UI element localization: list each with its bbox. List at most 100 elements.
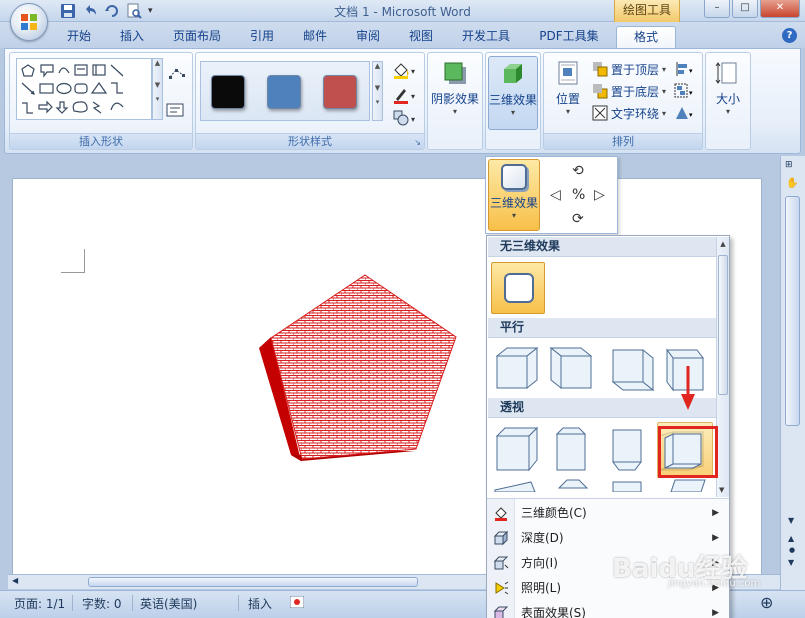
change-shape-icon[interactable]: ▾ (392, 109, 418, 130)
ribbon-tabs: 开始 插入 页面布局 引用 邮件 审阅 视图 开发工具 PDF工具集 格式 ? (0, 22, 805, 48)
text-box-icon[interactable] (166, 103, 184, 120)
group-shadow-effects: 阴影效果 ▾ (427, 52, 483, 150)
status-language[interactable]: 英语(美国) (140, 595, 197, 612)
text-wrap-icon (592, 105, 608, 121)
red-arrow-icon (681, 366, 695, 410)
bring-to-front-label: 置于顶层 (611, 62, 660, 77)
3d-effects-cube-icon (501, 164, 527, 190)
tilt-up-icon[interactable]: ⟲ (572, 163, 584, 179)
baidu-watermark: Baidu经验 jingyan.baidu.com (612, 548, 760, 589)
hand-icon[interactable]: ✋ (786, 178, 798, 189)
horizontal-scroll-thumb[interactable] (88, 577, 418, 587)
tab-pdf-tools[interactable]: PDF工具集 (532, 26, 606, 48)
3d-effects-ribbon-button[interactable]: 三维效果 ▾ (488, 56, 538, 130)
vertical-scroll-thumb[interactable] (785, 196, 800, 426)
align-icon[interactable]: ▾ (674, 59, 696, 79)
bring-to-front-icon (593, 62, 608, 77)
send-to-back-button[interactable]: 置于底层 ▾ (592, 81, 666, 101)
minimize-button[interactable]: – (704, 0, 730, 18)
text-wrap-button[interactable]: 文字环绕 ▾ (592, 103, 666, 123)
next-page-icon[interactable]: ▼ (788, 558, 794, 567)
ribbon: ▲ ▼ ▾ 插入形状 ▲ ▼ ▾ ▾ ▾ ▾ ↘ 形状样式 阴影效果 ▾ 三维效… (4, 48, 801, 154)
tab-references[interactable]: 引用 (243, 26, 281, 48)
style-swatch-blue[interactable] (267, 75, 301, 109)
3d-effects-button[interactable]: 三维效果 ▾ (488, 159, 540, 231)
browse-object-icon[interactable]: ● (789, 546, 795, 554)
prev-page-icon[interactable]: ▲ (788, 534, 794, 543)
style-swatch-red[interactable] (323, 75, 357, 109)
svg-text:▾: ▾ (689, 89, 693, 97)
lighting-icon (495, 581, 509, 595)
status-word-count[interactable]: 字数: 0 (82, 595, 122, 612)
3d-pentagon-shape[interactable] (253, 271, 463, 471)
menu-3d-color[interactable]: 三维颜色(C) ▶ (487, 501, 729, 526)
shadow-effects-button[interactable]: 阴影效果 ▾ (430, 56, 480, 130)
scroll-left-icon[interactable]: ◀ (12, 576, 18, 585)
zoom-in-icon[interactable]: ⊕ (760, 593, 773, 612)
style-swatch-black[interactable] (211, 75, 245, 109)
3d-cube-icon (500, 61, 526, 87)
shape-styles-scroll[interactable]: ▲ ▼ ▾ (372, 61, 383, 121)
edit-shape-icon[interactable] (168, 67, 186, 84)
ruler-toggle-icon[interactable]: ⊞ (785, 160, 793, 170)
direction-icon (493, 556, 509, 570)
3d-effects-button-label: 三维效果 (489, 196, 538, 210)
size-icon (715, 60, 741, 86)
size-button[interactable]: 大小 ▾ (706, 56, 750, 130)
tab-format[interactable]: 格式 (616, 26, 676, 48)
position-button[interactable]: 位置 ▾ (546, 56, 590, 130)
bring-to-front-button[interactable]: 置于顶层 ▾ (592, 59, 666, 79)
shape-fill-icon[interactable]: ▾ (392, 61, 418, 82)
group-shape-styles: ▲ ▼ ▾ ▾ ▾ ▾ ↘ 形状样式 (195, 52, 425, 150)
close-button[interactable]: ✕ (760, 0, 800, 18)
tab-review[interactable]: 审阅 (349, 26, 387, 48)
gallery-scroll-thumb[interactable] (718, 255, 728, 395)
tab-home[interactable]: 开始 (58, 26, 100, 48)
tab-mailings[interactable]: 邮件 (296, 26, 334, 48)
highlight-box (658, 426, 718, 478)
group-objects-icon[interactable]: ▾ (674, 81, 696, 101)
rotate-icon[interactable]: ▾ (674, 103, 696, 123)
toggle-3d-icon[interactable]: % (572, 187, 585, 203)
macro-record-icon[interactable] (289, 595, 305, 611)
shape-outline-icon[interactable]: ▾ (392, 86, 418, 107)
send-to-back-icon (593, 84, 608, 99)
3d-effects-label: 三维效果 (489, 93, 538, 107)
drawing-tools-context-title: 绘图工具 (614, 0, 680, 22)
tab-developer[interactable]: 开发工具 (455, 26, 517, 48)
menu-surface[interactable]: 表面效果(S) ▶ (487, 601, 729, 618)
svg-text:▾: ▾ (689, 111, 693, 119)
vertical-scrollbar[interactable]: ⊞ ✋ ▼ ▲ ● ▼ (780, 156, 805, 590)
dialog-launcher-icon[interactable]: ↘ (414, 138, 421, 147)
shape-styles-gallery[interactable] (200, 61, 370, 121)
depth-icon (493, 530, 509, 546)
tab-view[interactable]: 视图 (402, 26, 440, 48)
surface-icon (493, 606, 509, 618)
office-button[interactable] (10, 3, 48, 41)
shadow-effects-icon (442, 60, 468, 86)
shadow-effects-label: 阴影效果 (430, 92, 479, 106)
group-label-arrange: 排列 (544, 133, 702, 149)
status-insert-mode[interactable]: 插入 (248, 595, 272, 612)
group-size: 大小 ▾ (705, 52, 751, 150)
title-bar: ▾ 文档 1 - Microsoft Word 绘图工具 – □ ✕ (0, 0, 805, 22)
window-controls: – □ ✕ (704, 0, 800, 18)
tilt-down-icon[interactable]: ⟳ (572, 211, 584, 227)
tab-insert[interactable]: 插入 (112, 26, 152, 48)
shapes-gallery[interactable] (16, 58, 152, 120)
3d-effects-dropdown-header: 三维效果 ▾ ⟲ ◁ % ▷ ⟳ (485, 156, 618, 234)
tab-page-layout[interactable]: 页面布局 (166, 26, 228, 48)
gallery-no-3d[interactable] (491, 262, 545, 314)
margin-corner-mark (61, 249, 85, 273)
shapes-gallery-scroll[interactable]: ▲ ▼ ▾ (152, 58, 163, 120)
help-icon[interactable]: ? (782, 28, 797, 43)
status-page[interactable]: 页面: 1/1 (14, 595, 65, 612)
maximize-button[interactable]: □ (732, 0, 758, 18)
fill-color-icon (495, 507, 507, 521)
scroll-down-icon[interactable]: ▼ (788, 516, 794, 525)
svg-text:▾: ▾ (411, 92, 415, 101)
watermark-url: jingyan.baidu.com (668, 578, 761, 589)
group-arrange: 位置 ▾ 置于顶层 ▾ 置于底层 ▾ 文字环绕 ▾ ▾ ▾ ▾ 排列 (543, 52, 703, 150)
tilt-right-icon[interactable]: ▷ (594, 187, 605, 203)
tilt-left-icon[interactable]: ◁ (550, 187, 561, 203)
